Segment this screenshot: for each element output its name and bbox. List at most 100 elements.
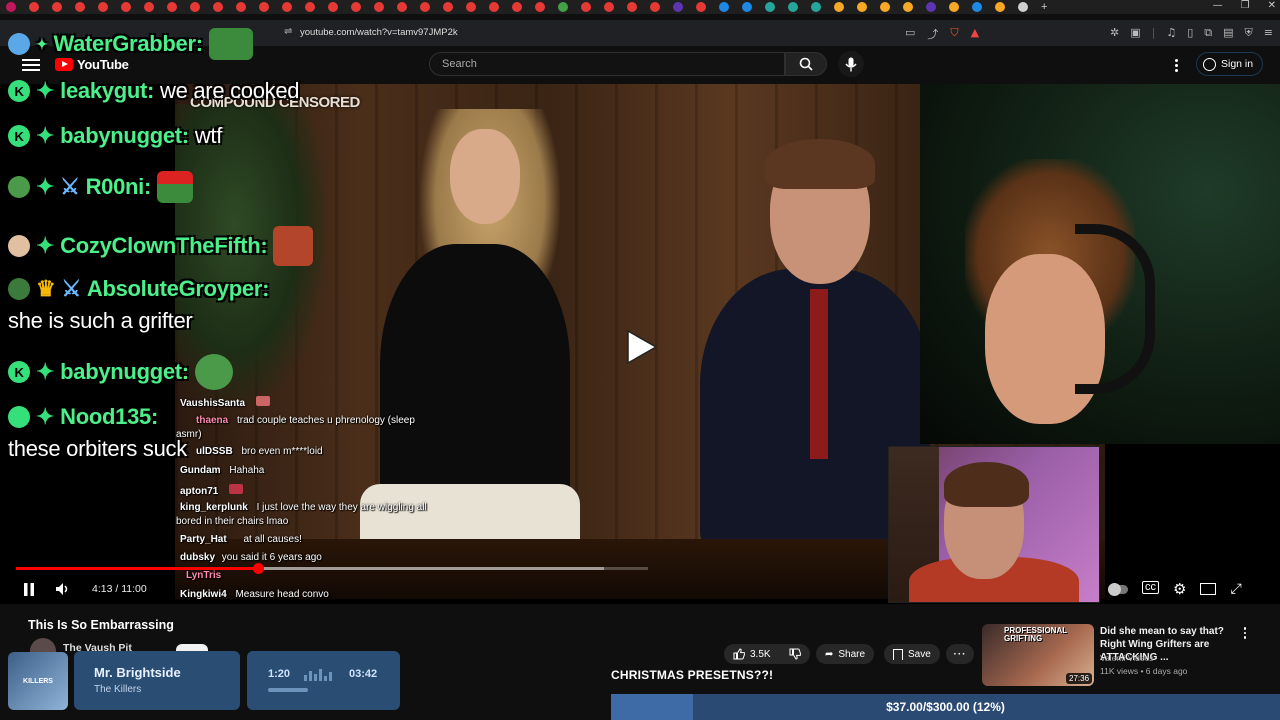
browser-tab[interactable]	[328, 2, 338, 12]
browser-tab[interactable]	[857, 2, 867, 12]
chat-username: thaena	[196, 415, 229, 426]
fullscreen-icon[interactable]: ⤢	[1230, 581, 1241, 597]
browser-tab[interactable]	[489, 2, 499, 12]
extensions-icon[interactable]: ✲	[1110, 26, 1119, 40]
browser-tab[interactable]	[788, 2, 798, 12]
emote-icon	[229, 484, 244, 494]
browser-tab[interactable]	[1018, 2, 1028, 12]
browser-tab[interactable]	[190, 2, 200, 12]
dislike-button[interactable]	[780, 644, 810, 664]
like-button[interactable]: 3.5K	[724, 644, 780, 664]
browser-tab[interactable]	[696, 2, 706, 12]
progress-bar[interactable]	[16, 563, 648, 574]
browser-tab[interactable]	[374, 2, 384, 12]
captions-icon[interactable]: cc	[1142, 581, 1159, 594]
play-indicator-icon[interactable]	[624, 329, 660, 365]
diamond-badge-icon: ✦	[36, 233, 55, 258]
clown-badge-icon	[8, 235, 30, 257]
moon-badge-icon	[8, 33, 30, 55]
browser-tab[interactable]	[765, 2, 775, 12]
pause-button[interactable]	[20, 580, 38, 598]
share-button[interactable]: ➦ Share	[816, 644, 875, 664]
browser-tab[interactable]	[144, 2, 154, 12]
search-button[interactable]	[785, 52, 827, 76]
browser-tab[interactable]	[167, 2, 177, 12]
browser-tab[interactable]	[949, 2, 959, 12]
browser-tab[interactable]	[29, 2, 39, 12]
minimize-button[interactable]: —	[1213, 0, 1223, 11]
browser-tab[interactable]	[443, 2, 453, 12]
vpn-icon[interactable]: ⛨	[1245, 26, 1253, 40]
browser-tab[interactable]	[926, 2, 936, 12]
media-icon[interactable]: ♫	[1166, 26, 1176, 40]
site-info-icon[interactable]: ⇌	[284, 26, 292, 37]
time-display: 4:13 / 11:00	[92, 583, 147, 595]
mute-button[interactable]	[54, 580, 72, 598]
browser-tab[interactable]	[466, 2, 476, 12]
browser-tab[interactable]	[903, 2, 913, 12]
scrubber-handle[interactable]	[253, 563, 265, 574]
browser-tab[interactable]	[627, 2, 637, 12]
browser-tab[interactable]	[742, 2, 752, 12]
browser-menu-icon[interactable]: ≡	[1264, 26, 1273, 40]
sidebar-icon[interactable]: ▯	[1187, 26, 1193, 40]
browser-tab[interactable]	[98, 2, 108, 12]
browser-tab[interactable]	[213, 2, 223, 12]
chat-line: ✦ CozyClownTheFifth:	[8, 226, 314, 266]
new-tab-button[interactable]: +	[1041, 1, 1047, 13]
voice-search-button[interactable]	[838, 51, 864, 77]
browser-tab[interactable]	[811, 2, 821, 12]
browser-tab[interactable]	[236, 2, 246, 12]
browser-tab[interactable]	[972, 2, 982, 12]
install-app-icon[interactable]: ▭	[905, 26, 915, 42]
browser-tab[interactable]	[834, 2, 844, 12]
miniplayer-icon[interactable]	[1200, 583, 1217, 595]
chat-line: Kingkiwi4 Measure head convo	[176, 589, 329, 600]
settings-menu-button[interactable]	[1170, 56, 1182, 74]
more-actions-button[interactable]: ···	[946, 644, 974, 664]
browser-tab[interactable]	[259, 2, 269, 12]
settings-gear-icon[interactable]: ⚙	[1173, 581, 1186, 597]
tab-search-icon[interactable]: ⧉	[1204, 26, 1212, 40]
brave-shield-icon[interactable]: ⛉	[950, 26, 958, 42]
browser-tab[interactable]	[512, 2, 522, 12]
chat-line: dubsky you said it 6 years ago	[176, 552, 322, 563]
maximize-button[interactable]: ❐	[1241, 0, 1250, 11]
browser-tab[interactable]	[581, 2, 591, 12]
browser-tab[interactable]	[535, 2, 545, 12]
bookmark-icon	[893, 648, 903, 660]
browser-tab[interactable]	[719, 2, 729, 12]
browser-tab[interactable]	[558, 2, 568, 12]
recommendation-channel[interactable]: Valenti Videos	[1100, 653, 1154, 663]
screenshot-icon[interactable]: ▣	[1130, 26, 1140, 40]
search-input[interactable]	[440, 57, 778, 71]
thumbs-down-icon	[789, 648, 801, 660]
browser-tab[interactable]	[880, 2, 890, 12]
close-window-button[interactable]: ✕	[1268, 0, 1276, 11]
browser-tab[interactable]	[52, 2, 62, 12]
video-title: This Is So Embarrassing	[28, 618, 174, 632]
browser-tab[interactable]	[121, 2, 131, 12]
browser-tab[interactable]	[604, 2, 614, 12]
browser-tab[interactable]	[282, 2, 292, 12]
wallet-icon[interactable]: ▤	[1223, 26, 1233, 40]
browser-tab[interactable]	[75, 2, 85, 12]
autoplay-toggle[interactable]	[1108, 583, 1128, 596]
browser-tab[interactable]	[351, 2, 361, 12]
sign-in-button[interactable]: Sign in	[1196, 52, 1264, 76]
browser-tab[interactable]	[305, 2, 315, 12]
chat-line: Party_Hat at all causes!	[176, 534, 302, 545]
browser-tab[interactable]	[397, 2, 407, 12]
share-url-icon[interactable]: ⤴	[927, 26, 938, 42]
chat-username: Kingkiwi4	[180, 589, 227, 600]
save-button[interactable]: Save	[884, 644, 940, 664]
rewards-icon[interactable]: ▲	[971, 26, 979, 42]
browser-tab[interactable]	[6, 2, 16, 12]
url-text[interactable]: youtube.com/watch?v=tamv97JMP2k	[300, 27, 458, 38]
recommendation-menu-button[interactable]	[1242, 627, 1248, 641]
browser-tab[interactable]	[673, 2, 683, 12]
browser-tab[interactable]	[995, 2, 1005, 12]
browser-tab[interactable]	[420, 2, 430, 12]
window-controls: — ❐ ✕	[1213, 0, 1276, 11]
browser-tab[interactable]	[650, 2, 660, 12]
